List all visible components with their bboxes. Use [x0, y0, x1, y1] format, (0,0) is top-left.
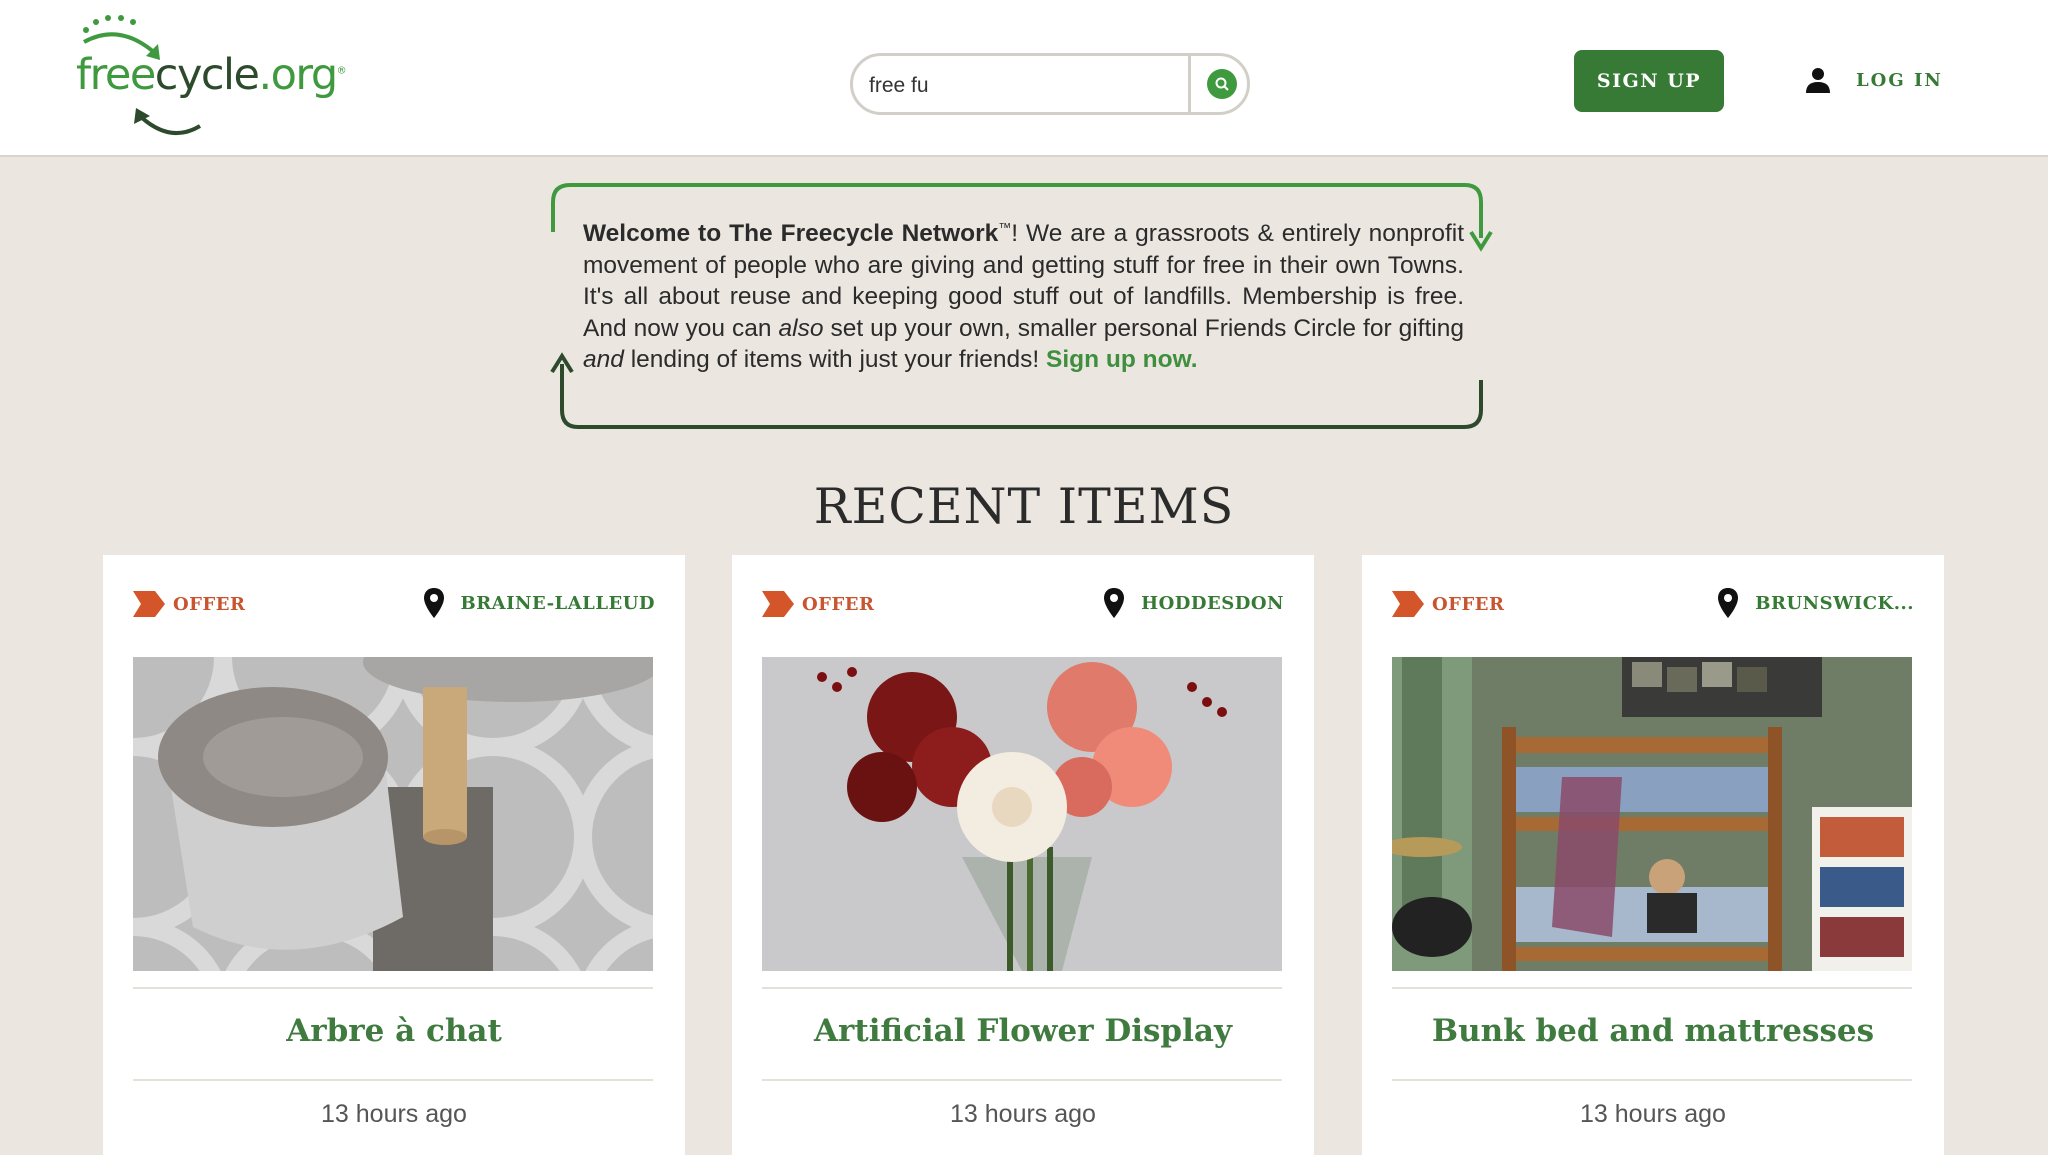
- search-icon: [1215, 77, 1229, 91]
- sign-up-button[interactable]: SIGN UP: [1574, 50, 1724, 112]
- offer-chevron-icon: [1392, 591, 1424, 617]
- item-photo-cat-tree[interactable]: [133, 657, 653, 971]
- card-divider: [1392, 1079, 1912, 1081]
- item-card[interactable]: OFFER BRUNSWICK... Bunk bed and mattress…: [1362, 555, 1944, 1155]
- item-title[interactable]: Artificial Flower Display: [732, 1013, 1314, 1049]
- site-header: freecycle.org® SIGN UP LOG IN: [0, 0, 2048, 157]
- log-in-label: LOG IN: [1856, 69, 1943, 91]
- log-in-link[interactable]: LOG IN: [1804, 60, 1943, 100]
- item-photo-flower-display[interactable]: [762, 657, 1282, 971]
- item-card[interactable]: OFFER HODDESDON Artificial Flower Displa…: [732, 555, 1314, 1155]
- search-divider: [1188, 56, 1191, 112]
- card-divider: [762, 987, 1282, 989]
- offer-chevron-icon: [762, 591, 794, 617]
- freecycle-logo[interactable]: freecycle.org®: [70, 8, 360, 138]
- offer-chevron-icon: [133, 591, 165, 617]
- user-icon: [1806, 68, 1830, 93]
- sign-up-now-link[interactable]: Sign up now.: [1046, 346, 1198, 373]
- location-link[interactable]: BRUNSWICK...: [1717, 587, 1914, 619]
- welcome-message: Welcome to The Freecycle Network™! We ar…: [583, 220, 1465, 374]
- recent-items-heading: RECENT ITEMS: [813, 478, 1235, 535]
- item-title[interactable]: Arbre à chat: [103, 1013, 685, 1049]
- item-card[interactable]: OFFER BRAINE-LALLEUD Arbre à chat 13 hou…: [103, 555, 685, 1155]
- item-title[interactable]: Bunk bed and mattresses: [1362, 1013, 1944, 1049]
- map-pin-icon: [1104, 588, 1125, 618]
- search-input[interactable]: [867, 64, 1181, 108]
- search-box: [850, 53, 1250, 115]
- card-divider: [133, 1079, 653, 1081]
- offer-badge[interactable]: OFFER: [133, 591, 245, 617]
- item-time: 13 hours ago: [950, 1100, 1096, 1128]
- item-time: 13 hours ago: [1580, 1100, 1726, 1128]
- location-link[interactable]: HODDESDON: [1103, 587, 1284, 619]
- logo-wordmark: freecycle.org®: [76, 50, 347, 100]
- item-photo-bunk-bed[interactable]: [1392, 657, 1912, 971]
- location-link[interactable]: BRAINE-LALLEUD: [423, 587, 656, 619]
- card-divider: [762, 1079, 1282, 1081]
- item-time: 13 hours ago: [321, 1100, 467, 1128]
- search-button[interactable]: [1207, 69, 1237, 99]
- map-pin-icon: [423, 588, 444, 618]
- card-divider: [133, 987, 653, 989]
- offer-badge[interactable]: OFFER: [762, 591, 874, 617]
- offer-badge[interactable]: OFFER: [1392, 591, 1504, 617]
- map-pin-icon: [1718, 588, 1739, 618]
- card-divider: [1392, 987, 1912, 989]
